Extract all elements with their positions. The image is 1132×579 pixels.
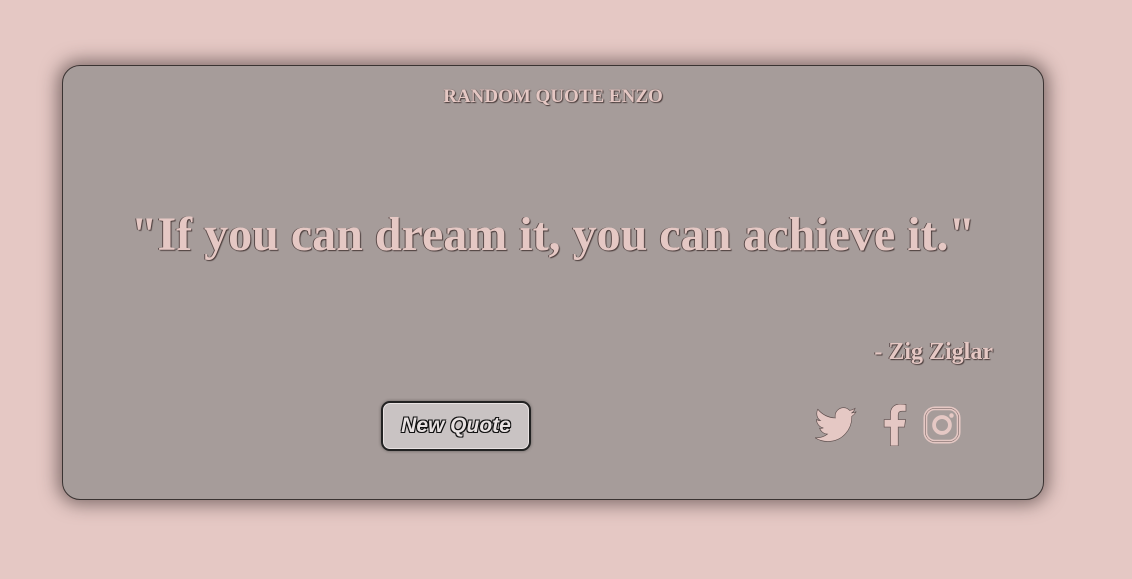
quote-text: "If you can dream it, you can achieve it… <box>130 208 976 261</box>
new-quote-button[interactable]: New Quote <box>381 401 531 451</box>
facebook-link[interactable] <box>881 404 907 446</box>
instagram-link[interactable] <box>923 406 961 444</box>
twitter-link[interactable] <box>815 407 857 443</box>
app-title: RANDOM QUOTE ENZO <box>443 86 663 107</box>
social-links <box>815 404 961 446</box>
facebook-icon <box>883 404 907 446</box>
quote-author: - Zig Ziglar <box>874 339 993 365</box>
instagram-icon <box>923 406 961 444</box>
quote-card: RANDOM QUOTE ENZO "If you can dream it, … <box>62 65 1044 500</box>
twitter-icon <box>815 407 857 442</box>
